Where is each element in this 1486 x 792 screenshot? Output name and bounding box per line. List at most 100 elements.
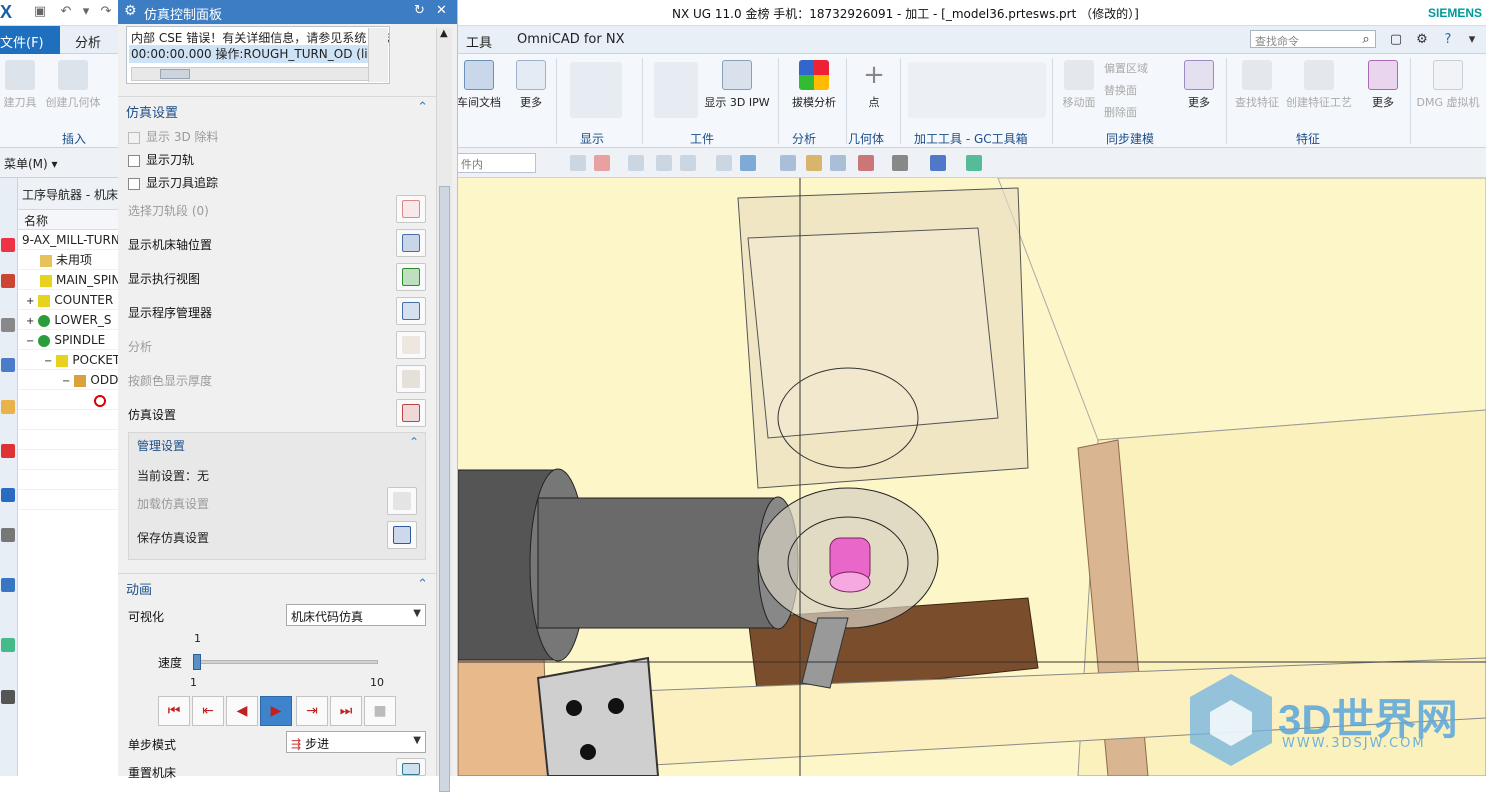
color-thickness-button[interactable]	[396, 365, 426, 393]
program-manager-button[interactable]	[396, 297, 426, 325]
menu-button[interactable]: 菜单(M) ▾	[4, 155, 58, 172]
system-resource-icon[interactable]	[1, 638, 15, 652]
play-button[interactable]: ▶	[260, 696, 292, 726]
step-mode-select[interactable]: ⇶ 步进 ▼	[286, 731, 426, 753]
cursor2-icon[interactable]	[656, 155, 672, 171]
scrollbar-thumb[interactable]	[160, 69, 190, 79]
log-horizontal-scrollbar[interactable]	[131, 67, 371, 81]
column-name-header[interactable]: 名称	[18, 210, 118, 230]
graphics-viewport[interactable]: 3D世界网 WWW.3DSJW.COM	[458, 178, 1486, 776]
execution-view-button[interactable]	[396, 263, 426, 291]
tree-row[interactable]: − ODD	[18, 370, 118, 390]
more-button-1[interactable]: 更多	[512, 60, 550, 110]
more-button-2[interactable]: 更多	[1180, 60, 1218, 110]
view-icon[interactable]	[858, 155, 874, 171]
settings-section-header[interactable]: 仿真设置 ⌃	[118, 96, 436, 122]
collapse-icon[interactable]: −	[26, 336, 34, 347]
tree-row[interactable]: − SPINDLE	[18, 330, 118, 350]
tree-row[interactable]: 未用项	[18, 250, 118, 270]
manage-settings-header[interactable]: 管理设置	[137, 437, 185, 454]
web-resource-icon[interactable]	[1, 578, 15, 592]
next-operation-button[interactable]: ⇥	[296, 696, 328, 726]
tab-analysis[interactable]: 分析	[75, 32, 101, 51]
tree-row[interactable]: 9-AX_MILL-TURN	[18, 230, 118, 250]
scroll-up-icon[interactable]: ▲	[440, 28, 448, 39]
stop-button[interactable]: ■	[364, 696, 396, 726]
selection-filter-select[interactable]: 件内	[456, 153, 536, 173]
orient-icon[interactable]	[930, 155, 946, 171]
speed-slider[interactable]	[193, 654, 378, 670]
log-vertical-scrollbar[interactable]	[368, 28, 388, 82]
shape-icon[interactable]	[716, 155, 732, 171]
previous-operation-button[interactable]: ⇤	[192, 696, 224, 726]
visualization-select[interactable]: 机床代码仿真 ▼	[286, 604, 426, 626]
animation-section-header[interactable]: 动画 ⌃	[118, 573, 436, 599]
create-tool-button[interactable]: 建刀具	[0, 60, 40, 110]
workshop-doc-button[interactable]: 车间文档	[456, 60, 502, 110]
point-button[interactable]: + 点	[856, 60, 892, 110]
browser-resource-icon[interactable]	[1, 528, 15, 542]
window-icon[interactable]: ▢	[1388, 32, 1404, 48]
forward-to-end-button[interactable]: ⏭	[330, 696, 362, 726]
scrollbar-thumb[interactable]	[439, 186, 450, 792]
create-geometry-button[interactable]: 创建几何体	[44, 60, 102, 110]
learn-icon[interactable]: ▾	[1464, 32, 1480, 48]
log-line-selected[interactable]: 00:00:00.000 操作:ROUGH_TURN_OD (line:	[129, 45, 387, 63]
expand-icon[interactable]: +	[26, 296, 34, 307]
clock-resource-icon[interactable]	[1, 690, 15, 704]
move-face-button[interactable]: 移动面	[1058, 60, 1100, 110]
checkbox-box[interactable]	[128, 154, 140, 167]
machine-resource-icon[interactable]	[1, 274, 15, 288]
tab-tools[interactable]: 工具	[466, 32, 492, 51]
rotate-icon[interactable]	[830, 155, 846, 171]
help-icon[interactable]: ?	[1440, 32, 1456, 48]
role-resource-icon[interactable]	[1, 488, 15, 502]
customize-icon[interactable]: ⚙	[1414, 32, 1430, 48]
history-resource-icon[interactable]	[1, 358, 15, 372]
tree-row[interactable]: MAIN_SPINDLE	[18, 270, 118, 290]
panel-vertical-scrollbar[interactable]: ▲	[436, 28, 452, 792]
sim-settings-button[interactable]	[396, 399, 426, 427]
collapse-icon[interactable]: −	[44, 356, 52, 367]
rewind-to-start-button[interactable]: ⏮	[158, 696, 190, 726]
tab-file[interactable]: 文件(F)	[0, 26, 60, 54]
render-style-icon[interactable]	[892, 155, 908, 171]
part-resource-icon[interactable]	[1, 318, 15, 332]
dmg-vm-button[interactable]: DMG 虚拟机	[1414, 60, 1482, 110]
select-icon[interactable]	[570, 155, 586, 171]
snap-icon[interactable]	[594, 155, 610, 171]
collapse-icon[interactable]: −	[62, 376, 70, 387]
replace-face-button[interactable]: 替换面	[1104, 82, 1174, 98]
cursor-icon[interactable]	[628, 155, 644, 171]
show-toolpath-checkbox[interactable]: 显示刀轨	[128, 151, 194, 168]
tree-row[interactable]	[18, 390, 118, 410]
show-3d-removal-checkbox[interactable]: 显示 3D 除料	[128, 128, 219, 145]
show-tool-trace-checkbox[interactable]: 显示刀具追踪	[128, 174, 218, 191]
save-settings-button[interactable]	[387, 521, 417, 549]
display-tools[interactable]	[566, 62, 626, 122]
select-toolpath-button[interactable]	[396, 195, 426, 223]
layer-icon[interactable]	[966, 155, 982, 171]
load-settings-button[interactable]	[387, 487, 417, 515]
tree-row[interactable]: + LOWER_S	[18, 310, 118, 330]
save-icon[interactable]: ▣	[32, 4, 48, 20]
undo-icon[interactable]: ↶	[58, 4, 74, 20]
analysis-button[interactable]	[396, 331, 426, 359]
process-resource-icon[interactable]	[1, 444, 15, 458]
expand-icon[interactable]: +	[26, 316, 34, 327]
offset-region-button[interactable]: 偏置区域	[1104, 60, 1174, 76]
step-back-button[interactable]: ◀	[226, 696, 258, 726]
reset-machine-button[interactable]	[396, 758, 426, 776]
more-button-3[interactable]: 更多	[1364, 60, 1402, 110]
reset-icon[interactable]: ↻	[414, 3, 425, 18]
delete-face-button[interactable]: 删除面	[1104, 104, 1174, 120]
tree-row[interactable]: + COUNTER	[18, 290, 118, 310]
collapse-caret-icon[interactable]: ⌃	[409, 435, 419, 449]
message-log[interactable]: 内部 CSE 错误！有关详细信息，请参见系统日志 00:00:00.000 操作…	[126, 26, 390, 84]
redo-icon[interactable]: ↷	[98, 4, 114, 20]
machine-axis-button[interactable]	[396, 229, 426, 257]
cube-icon[interactable]	[740, 155, 756, 171]
fit-icon[interactable]	[780, 155, 796, 171]
workpiece-tools[interactable]	[652, 62, 700, 122]
zoom-icon[interactable]	[806, 155, 822, 171]
